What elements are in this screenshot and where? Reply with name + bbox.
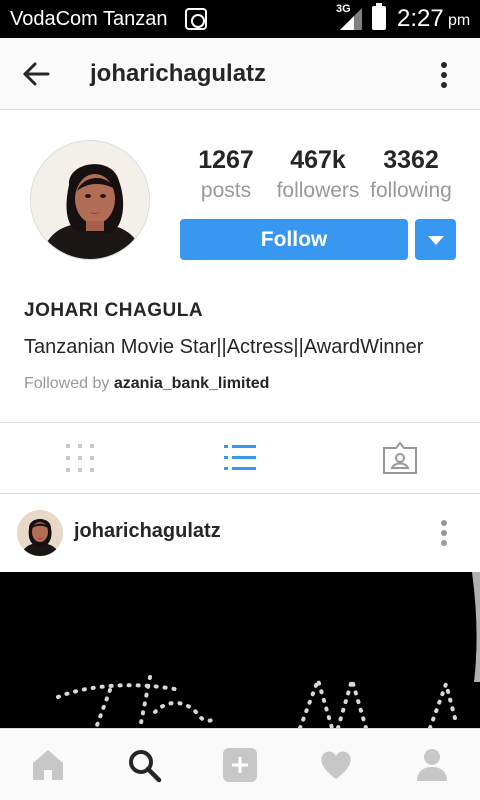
stat-following[interactable]: 3362 following	[366, 145, 456, 207]
header-username: joharichagulatz	[90, 60, 267, 87]
heart-icon[interactable]	[318, 747, 354, 783]
posts-count: 1267	[198, 146, 254, 174]
post-author-avatar[interactable]	[17, 510, 63, 556]
carrier-name: VodaCom Tanzan	[10, 8, 168, 30]
divider	[0, 493, 480, 494]
stat-followers[interactable]: 467k followers	[272, 145, 364, 207]
post-image[interactable]	[0, 572, 480, 728]
avatar-photo	[31, 141, 149, 259]
followed-by: Followed by azania_bank_limited	[24, 375, 269, 393]
suggested-accounts-dropdown-button[interactable]	[415, 219, 456, 260]
profile-full-name: JOHARI CHAGULA	[24, 300, 204, 321]
post-avatar-photo	[17, 510, 63, 556]
signal-strength-icon	[340, 8, 362, 30]
follow-button[interactable]: Follow	[180, 219, 408, 260]
bottom-navigation	[0, 728, 480, 800]
stat-posts[interactable]: 1267 posts	[190, 145, 262, 207]
followed-by-user-link[interactable]: azania_bank_limited	[114, 375, 270, 392]
post-options-icon[interactable]	[432, 518, 456, 548]
add-post-icon[interactable]	[222, 747, 258, 783]
status-bar: VodaCom Tanzan 3G 2:27 pm	[0, 0, 480, 38]
battery-icon	[372, 3, 386, 30]
post-photo	[0, 572, 480, 728]
followed-by-prefix: Followed by	[24, 375, 110, 392]
following-count: 3362	[383, 146, 439, 174]
divider	[0, 422, 480, 423]
posts-label: posts	[200, 179, 252, 202]
clock-time: 2:27	[397, 5, 444, 32]
search-icon[interactable]	[126, 747, 162, 783]
list-icon[interactable]	[222, 440, 258, 476]
download-notification-icon	[185, 8, 207, 30]
following-label: following	[370, 179, 452, 202]
profile-avatar[interactable]	[30, 140, 150, 260]
grid-icon[interactable]	[62, 440, 98, 476]
more-vertical-icon[interactable]	[432, 60, 456, 90]
tagged-photos-icon[interactable]	[382, 440, 418, 476]
post-author-username[interactable]: joharichagulatz	[74, 520, 221, 543]
arrow-left-icon[interactable]	[22, 60, 50, 88]
profile-header-bar: joharichagulatz	[0, 38, 480, 110]
followers-count: 467k	[290, 146, 346, 174]
profile-bio: Tanzanian Movie Star||Actress||AwardWinn…	[24, 336, 424, 358]
followers-label: followers	[276, 179, 360, 202]
profile-icon[interactable]	[414, 747, 450, 783]
home-icon[interactable]	[30, 747, 66, 783]
clock-ampm: pm	[448, 12, 471, 29]
